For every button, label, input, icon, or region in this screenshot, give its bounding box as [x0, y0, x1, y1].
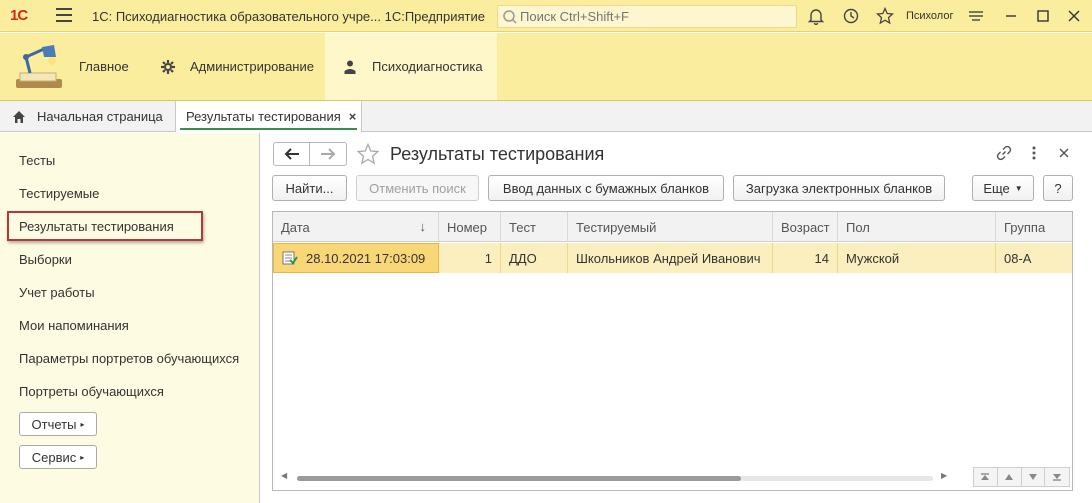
arrow-right-icon — [321, 148, 336, 160]
close-icon[interactable] — [1065, 7, 1083, 25]
favorite-star-icon[interactable] — [357, 143, 379, 165]
scrollbar-thumb[interactable] — [297, 476, 741, 481]
nav-item-work-log[interactable]: Учет работы — [19, 285, 95, 300]
cancel-search-button[interactable]: Отменить поиск — [356, 175, 479, 201]
scroll-up-icon[interactable] — [997, 468, 1022, 486]
column-header-testee[interactable]: Тестируемый — [568, 212, 773, 242]
scroll-left-icon[interactable]: ◀ — [281, 471, 287, 480]
maximize-icon[interactable] — [1034, 7, 1052, 25]
column-header-date-label: Дата — [281, 219, 310, 235]
cell-group[interactable]: 08-А — [996, 243, 1072, 273]
list-form: Результаты тестирования Найти... Отменит… — [261, 133, 1092, 503]
section-label-psychodiagnostics: Психодиагностика — [372, 59, 483, 74]
window-title: 1С: Психодиагностика образовательного уч… — [92, 9, 485, 24]
column-header-gender[interactable]: Пол — [838, 212, 996, 242]
horizontal-scrollbar[interactable]: ◀ ▶ — [281, 471, 951, 485]
form-close-icon[interactable] — [1055, 144, 1073, 162]
help-button[interactable]: ? — [1043, 175, 1073, 201]
menu-icon[interactable] — [56, 8, 72, 24]
app-logo-text: 1С — [10, 7, 28, 24]
find-button[interactable]: Найти... — [272, 175, 347, 201]
more-vertical-icon[interactable] — [1025, 144, 1043, 162]
nav-item-reminders[interactable]: Мои напоминания — [19, 318, 129, 333]
tab-test-results[interactable]: Результаты тестирования × — [176, 101, 362, 132]
chevron-right-icon: ▸ — [80, 419, 85, 429]
column-header-age[interactable]: Возраст — [773, 212, 838, 242]
sections-panel: Главное Администрирование Психодиагности… — [0, 33, 1092, 101]
tab-home[interactable]: Начальная страница — [0, 101, 176, 132]
search-icon — [503, 10, 517, 24]
scroll-first-icon[interactable] — [974, 468, 998, 486]
chevron-right-icon: ▸ — [80, 452, 85, 462]
active-tab-underline — [180, 128, 357, 130]
section-label-administration: Администрирование — [190, 59, 314, 74]
caret-down-icon: ▼ — [1014, 183, 1023, 193]
document-posted-icon — [282, 251, 298, 265]
table-row[interactable]: 28.10.2021 17:03:09 1 ДДО Школьников Анд… — [273, 243, 1072, 273]
column-header-group[interactable]: Группа — [996, 212, 1072, 242]
nav-item-testees[interactable]: Тестируемые — [19, 186, 99, 201]
paper-forms-input-button[interactable]: Ввод данных с бумажных бланков — [488, 175, 724, 201]
reports-button[interactable]: Отчеты ▸ — [19, 412, 97, 436]
cell-number[interactable]: 1 — [439, 243, 501, 273]
history-nav-buttons — [273, 142, 347, 166]
nav-item-test-results[interactable]: Результаты тестирования — [19, 219, 174, 234]
column-header-test[interactable]: Тест — [501, 212, 568, 242]
more-actions-button[interactable]: Еще ▼ — [972, 175, 1034, 201]
nav-item-samples[interactable]: Выборки — [19, 252, 72, 267]
table-scroll-buttons — [973, 467, 1070, 487]
cell-test[interactable]: ДДО — [501, 243, 568, 273]
cell-testee[interactable]: Школьников Андрей Иванович — [568, 243, 773, 273]
minimize-icon[interactable] — [1002, 7, 1020, 25]
service-button-label: Сервис — [31, 449, 77, 465]
more-actions-label: Еще — [983, 180, 1010, 196]
column-header-date[interactable]: Дата ↓ — [273, 212, 439, 242]
section-main[interactable]: Главное — [79, 33, 129, 100]
column-header-number[interactable]: Номер — [439, 212, 501, 242]
open-tabs-bar: Начальная страница Результаты тестирован… — [0, 101, 1092, 132]
section-psychodiagnostics[interactable]: Психодиагностика — [325, 33, 497, 100]
scroll-down-icon[interactable] — [1021, 468, 1046, 486]
scroll-last-icon[interactable] — [1045, 468, 1069, 486]
current-user[interactable]: Психолог — [906, 10, 953, 22]
form-title: Результаты тестирования — [390, 144, 605, 164]
bell-icon[interactable] — [807, 7, 825, 25]
tab-test-results-label: Результаты тестирования — [186, 109, 341, 124]
table-header: Дата ↓ Номер Тест Тестируемый Возраст По… — [273, 212, 1072, 242]
cell-age[interactable]: 14 — [773, 243, 838, 273]
link-icon[interactable] — [995, 144, 1013, 162]
cell-gender[interactable]: Мужской — [838, 243, 996, 273]
section-label-main: Главное — [79, 59, 129, 74]
person-icon — [344, 60, 356, 74]
arrow-left-icon — [284, 148, 299, 160]
section-administration[interactable]: Администрирование — [160, 33, 314, 100]
forward-button[interactable] — [310, 143, 346, 165]
global-search[interactable] — [497, 5, 797, 28]
star-icon[interactable] — [876, 7, 894, 25]
tab-close-icon[interactable]: × — [349, 109, 357, 124]
sort-desc-icon: ↓ — [419, 219, 427, 234]
service-button[interactable]: Сервис ▸ — [19, 445, 97, 469]
desk-lamp-icon — [16, 45, 62, 88]
results-table[interactable]: Дата ↓ Номер Тест Тестируемый Возраст По… — [272, 211, 1073, 491]
reports-button-label: Отчеты — [31, 416, 77, 432]
section-navigation-panel: Тесты Тестируемые Результаты тестировани… — [0, 133, 260, 503]
tab-home-label: Начальная страница — [37, 109, 163, 124]
history-icon[interactable] — [842, 7, 860, 25]
cell-date[interactable]: 28.10.2021 17:03:09 — [273, 243, 439, 273]
gear-icon — [161, 59, 175, 74]
nav-item-portrait-params[interactable]: Параметры портретов обучающихся — [19, 351, 239, 366]
nav-item-tests[interactable]: Тесты — [19, 153, 55, 168]
search-input[interactable] — [520, 8, 790, 25]
cell-date-value: 28.10.2021 17:03:09 — [306, 250, 426, 266]
settings-sliders-icon[interactable] — [967, 7, 985, 25]
title-bar: 1С 1С: Психодиагностика образовательного… — [0, 0, 1092, 32]
back-button[interactable] — [274, 143, 311, 165]
load-electronic-forms-button[interactable]: Загрузка электронных бланков — [733, 175, 945, 201]
nav-item-portraits[interactable]: Портреты обучающихся — [19, 384, 164, 399]
scroll-right-icon[interactable]: ▶ — [941, 471, 947, 480]
home-icon — [13, 110, 25, 123]
app-logo: 1С — [10, 7, 44, 25]
